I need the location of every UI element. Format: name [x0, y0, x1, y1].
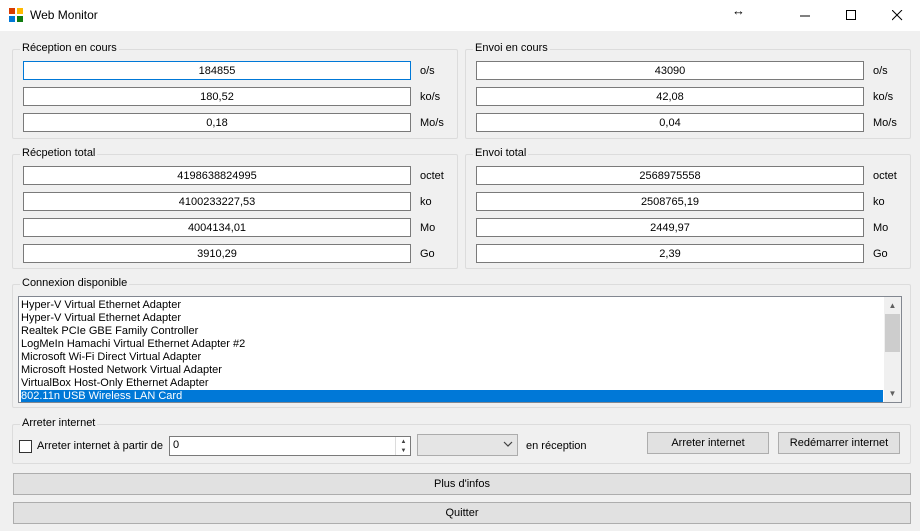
close-icon: [891, 10, 902, 21]
title-bar[interactable]: Web Monitor ↔: [0, 0, 920, 31]
reception-total-go-unit: Go: [420, 248, 435, 260]
reception-total-ko-unit: ko: [420, 196, 432, 208]
reception-total-label: Récpetion total: [20, 147, 98, 159]
list-item[interactable]: VirtualBox Host-Only Ethernet Adapter: [21, 377, 209, 390]
unit-select[interactable]: [417, 434, 518, 456]
send-current-label: Envoi en cours: [473, 42, 550, 54]
send-kb-field[interactable]: 42,08: [476, 87, 864, 106]
stop-internet-checkbox[interactable]: [19, 440, 32, 453]
minimize-button[interactable]: [782, 0, 828, 31]
send-total-mo-field[interactable]: 2449,97: [476, 218, 864, 237]
app-icon: [9, 8, 23, 22]
reception-kb-field[interactable]: 180,52: [23, 87, 411, 106]
send-total-go-unit: Go: [873, 248, 888, 260]
send-kb-unit: ko/s: [873, 91, 894, 103]
window-client-area: Réception en cours 184855 o/s 180,52 ko/…: [0, 31, 920, 531]
connections-label: Connexion disponible: [20, 277, 130, 289]
list-item[interactable]: LogMeIn Hamachi Virtual Ethernet Adapter…: [21, 338, 245, 351]
scroll-down-icon[interactable]: ▼: [884, 385, 901, 402]
list-item[interactable]: Hyper-V Virtual Ethernet Adapter: [21, 299, 181, 312]
send-total-octet-unit: octet: [873, 170, 897, 182]
send-total-mo-unit: Mo: [873, 222, 889, 234]
list-item-selected[interactable]: 802.11n USB Wireless LAN Card: [21, 390, 883, 402]
reception-kb-unit: ko/s: [420, 91, 441, 103]
list-item[interactable]: Realtek PCIe GBE Family Controller: [21, 325, 198, 338]
reception-total-go-field[interactable]: 3910,29: [23, 244, 411, 263]
send-total-ko-unit: ko: [873, 196, 885, 208]
stop-internet-button[interactable]: Arreter internet: [647, 432, 769, 454]
chevron-down-icon: [503, 441, 513, 447]
stop-internet-checkbox-label[interactable]: Arreter internet à partir de: [37, 440, 163, 452]
send-total-label: Envoi total: [473, 147, 529, 159]
reception-total-mo-unit: Mo: [420, 222, 436, 234]
stepper-down-icon[interactable]: ▼: [396, 447, 411, 455]
stop-internet-label: Arreter internet: [20, 417, 98, 429]
send-total-octet-field[interactable]: 2568975558: [476, 166, 864, 185]
minimize-icon: [799, 15, 810, 17]
connections-listbox[interactable]: Hyper-V Virtual Ethernet Adapter Hyper-V…: [18, 296, 902, 403]
threshold-value: 0: [173, 439, 180, 451]
direction-label: en réception: [526, 440, 587, 452]
list-item[interactable]: Microsoft Wi-Fi Direct Virtual Adapter: [21, 351, 201, 364]
list-item[interactable]: Hyper-V Virtual Ethernet Adapter: [21, 312, 181, 325]
send-bytes-unit: o/s: [873, 65, 888, 77]
scroll-up-icon[interactable]: ▲: [884, 297, 901, 314]
reception-mb-unit: Mo/s: [420, 117, 444, 129]
reception-total-octet-unit: octet: [420, 170, 444, 182]
send-mb-unit: Mo/s: [873, 117, 897, 129]
close-button[interactable]: [874, 0, 920, 31]
list-item[interactable]: Microsoft Hosted Network Virtual Adapter: [21, 364, 222, 377]
send-bytes-field[interactable]: 43090: [476, 61, 864, 80]
reception-total-ko-field[interactable]: 4100233227,53: [23, 192, 411, 211]
maximize-icon: [845, 10, 856, 20]
send-total-ko-field[interactable]: 2508765,19: [476, 192, 864, 211]
reception-bytes-field[interactable]: 184855: [23, 61, 411, 80]
more-info-button[interactable]: Plus d'infos: [13, 473, 911, 495]
scroll-thumb[interactable]: [885, 314, 900, 352]
resize-arrows-icon: ↔: [732, 3, 745, 18]
reception-current-label: Réception en cours: [20, 42, 119, 54]
reception-bytes-unit: o/s: [420, 65, 435, 77]
reception-total-octet-field[interactable]: 4198638824995: [23, 166, 411, 185]
stepper-up-icon[interactable]: ▲: [396, 438, 411, 446]
reception-mb-field[interactable]: 0,18: [23, 113, 411, 132]
list-scrollbar[interactable]: ▲ ▼: [884, 297, 901, 402]
send-total-go-field[interactable]: 2,39: [476, 244, 864, 263]
window-title: Web Monitor: [30, 8, 98, 22]
reception-total-mo-field[interactable]: 4004134,01: [23, 218, 411, 237]
threshold-stepper[interactable]: 0 ▲ ▼: [169, 436, 411, 456]
stepper-buttons[interactable]: ▲ ▼: [395, 437, 410, 455]
send-mb-field[interactable]: 0,04: [476, 113, 864, 132]
quit-button[interactable]: Quitter: [13, 502, 911, 524]
maximize-button[interactable]: [828, 0, 874, 31]
restart-internet-button[interactable]: Redémarrer internet: [778, 432, 900, 454]
